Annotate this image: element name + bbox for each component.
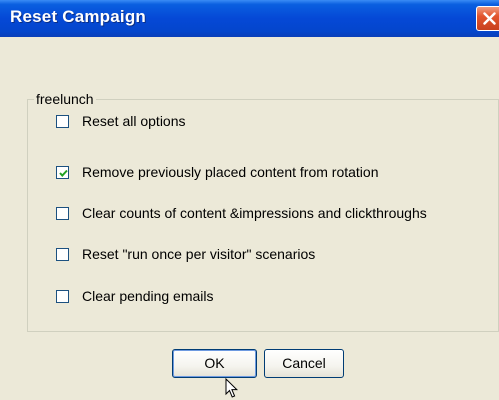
option-label: Remove previously placed content from ro… xyxy=(82,164,379,180)
option-label: Clear counts of content &impressions and… xyxy=(82,205,427,221)
checkbox-clear-counts[interactable] xyxy=(56,206,69,220)
mouse-cursor-icon xyxy=(225,378,239,398)
reset-campaign-dialog: Reset Campaign freelunch Reset all optio… xyxy=(0,0,499,400)
checkbox-clear-pending-emails[interactable] xyxy=(56,289,69,303)
option-label: Reset all options xyxy=(82,113,186,129)
option-reset-run-once-per-visitor[interactable]: Reset "run once per visitor" scenarios xyxy=(56,246,315,262)
close-button[interactable] xyxy=(476,6,499,31)
dialog-title: Reset Campaign xyxy=(10,7,147,26)
option-clear-pending-emails[interactable]: Clear pending emails xyxy=(56,288,214,304)
checkbox-remove-previously-placed-content[interactable] xyxy=(56,165,69,179)
checkmark-icon xyxy=(59,169,68,177)
option-reset-all-options[interactable]: Reset all options xyxy=(56,113,186,129)
group-label: freelunch xyxy=(34,91,96,107)
option-label: Clear pending emails xyxy=(82,288,214,304)
title-bar[interactable]: Reset Campaign xyxy=(0,0,499,37)
cancel-button[interactable]: Cancel xyxy=(264,349,344,378)
checkbox-reset-all-options[interactable] xyxy=(56,114,69,128)
option-remove-previously-placed-content[interactable]: Remove previously placed content from ro… xyxy=(56,164,378,180)
close-icon xyxy=(483,12,496,25)
option-clear-counts[interactable]: Clear counts of content &impressions and… xyxy=(56,205,427,221)
option-label: Reset "run once per visitor" scenarios xyxy=(82,246,316,262)
ok-button[interactable]: OK xyxy=(172,349,257,378)
checkbox-reset-run-once-per-visitor[interactable] xyxy=(56,247,69,261)
